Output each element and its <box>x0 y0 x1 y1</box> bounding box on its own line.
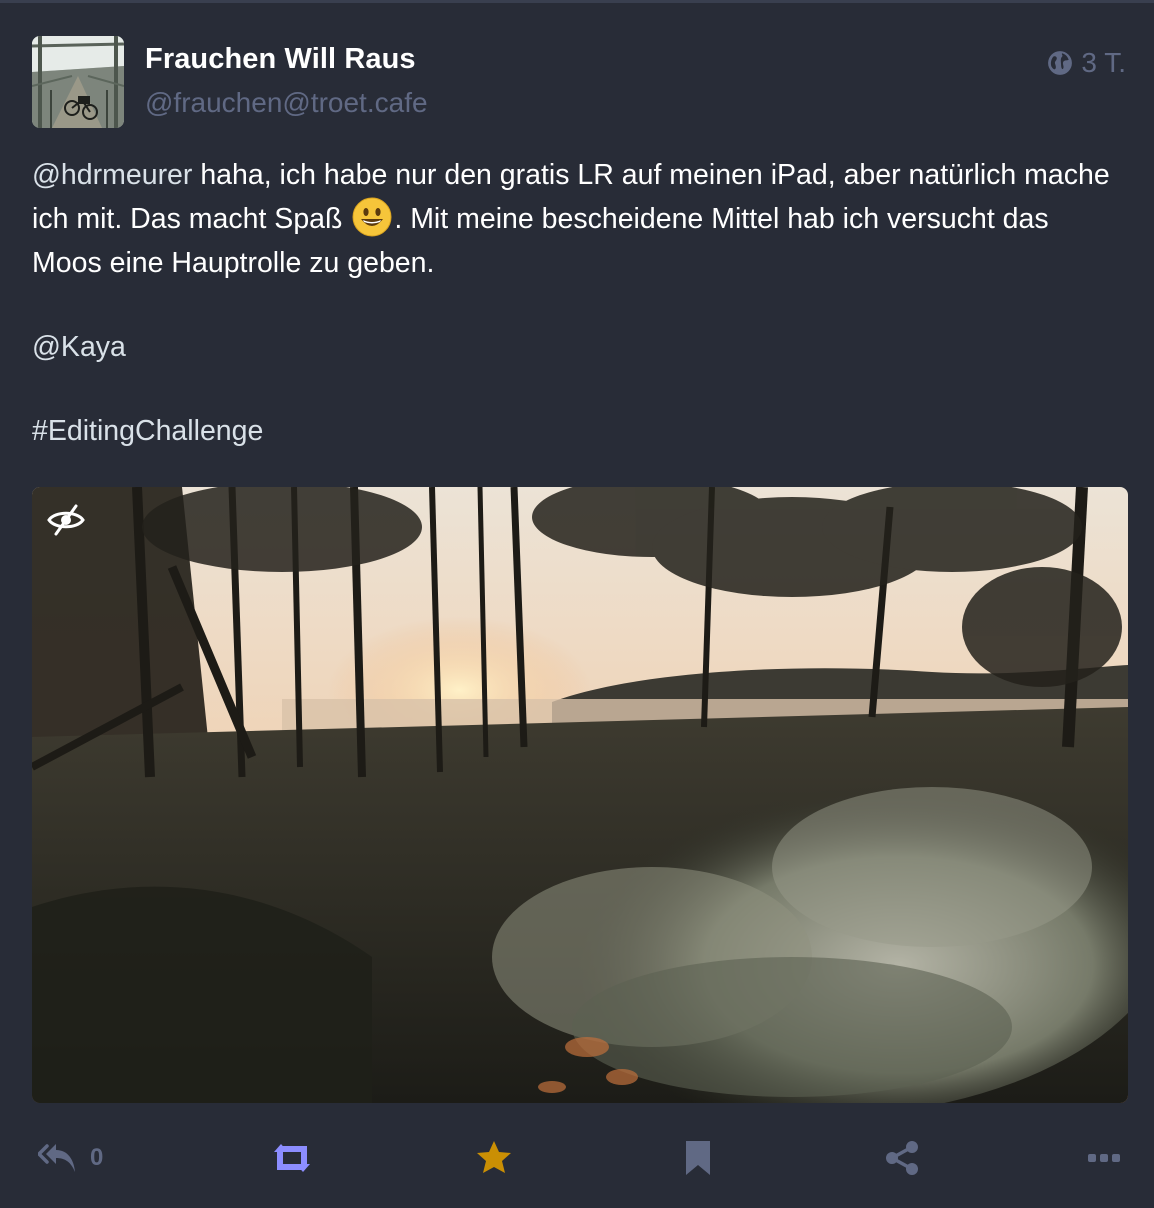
content-paragraph-1: @hdrmeurer haha, ich habe nur den gratis… <box>32 153 1122 285</box>
mention-link[interactable]: @Kaya <box>32 331 126 363</box>
status-content: @hdrmeurer haha, ich habe nur den gratis… <box>32 153 1122 493</box>
reply-all-icon <box>38 1144 75 1172</box>
relative-time[interactable]: 3 T. <box>1081 47 1126 79</box>
retweet-icon <box>274 1144 310 1172</box>
account-handle[interactable]: @frauchen@troet.cafe <box>145 87 428 119</box>
mention-link[interactable]: @hdrmeurer <box>32 159 192 191</box>
media-attachment[interactable] <box>32 487 1128 1103</box>
reply-count: 0 <box>90 1144 104 1171</box>
bookmark-button[interactable] <box>678 1128 718 1188</box>
star-icon <box>477 1141 511 1173</box>
display-name[interactable]: Frauchen Will Raus <box>145 43 416 76</box>
reply-button[interactable]: 0 <box>38 1128 103 1188</box>
status-meta: 3 T. <box>1047 47 1126 79</box>
forest-moss-photo <box>32 487 1128 1103</box>
share-icon <box>886 1141 918 1175</box>
avatar[interactable] <box>32 36 124 128</box>
globe-icon <box>1048 51 1073 75</box>
avatar-image <box>32 36 124 128</box>
favourite-button[interactable] <box>474 1128 514 1188</box>
status-action-bar: 0 <box>0 1128 1154 1188</box>
smiley-emoji-icon <box>352 197 392 237</box>
hashtag-link[interactable]: #EditingChallenge <box>32 415 263 447</box>
eye-slash-icon[interactable] <box>46 503 86 537</box>
more-button[interactable] <box>1084 1128 1124 1188</box>
boost-button[interactable] <box>270 1128 314 1188</box>
bookmark-icon <box>686 1141 710 1175</box>
ellipsis-icon <box>1088 1154 1120 1162</box>
share-button[interactable] <box>882 1128 922 1188</box>
status-card: Frauchen Will Raus @frauchen@troet.cafe … <box>0 0 1154 1208</box>
content-paragraph-3: #EditingChallenge <box>32 409 1122 453</box>
content-paragraph-2: @Kaya <box>32 325 1122 369</box>
